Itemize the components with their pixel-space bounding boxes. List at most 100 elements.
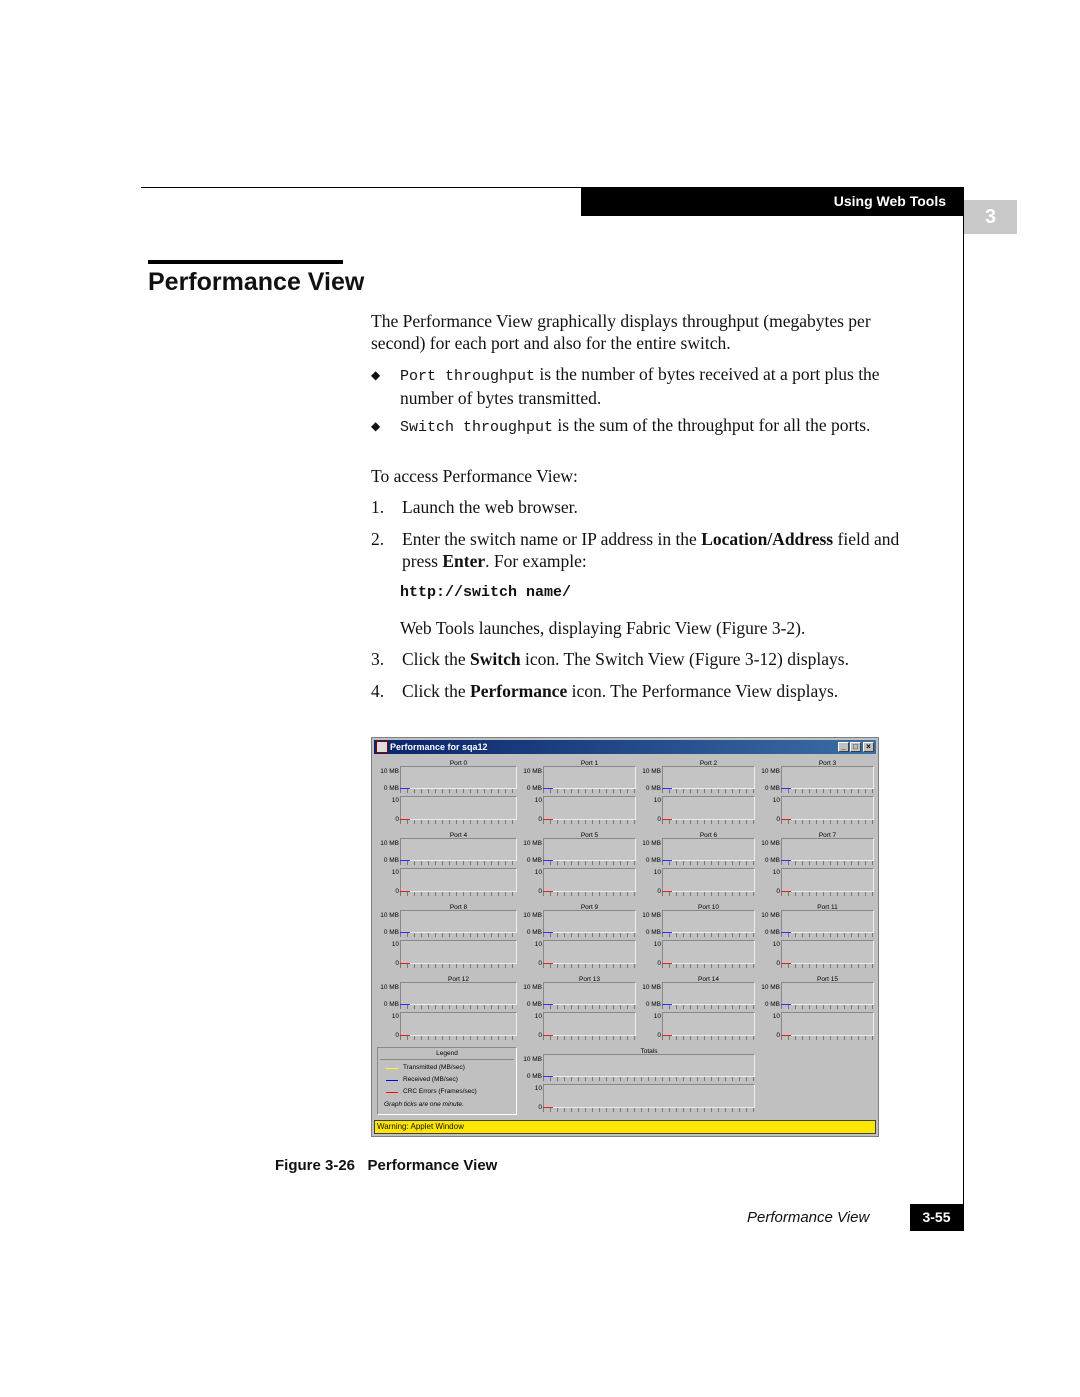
- step-2: Enter the switch name or IP address in t…: [402, 529, 900, 571]
- crc-line: [781, 1035, 791, 1036]
- window-title: Performance for sqa12: [390, 742, 488, 752]
- graph-ticks: [781, 1005, 874, 1009]
- axis-label-mb-top: 10 MB: [380, 840, 399, 847]
- axis-label-crc-top: 10: [534, 1085, 542, 1092]
- axis-label-crc-top: 10: [391, 941, 399, 948]
- legend-note: Graph ticks are one minute.: [384, 1101, 464, 1108]
- graph-ticks: [543, 789, 636, 793]
- graph-ticks: [781, 1036, 874, 1040]
- step-number: 3.: [371, 649, 385, 669]
- section-title: Using Web Tools: [833, 193, 946, 209]
- step-1: Launch the web browser.: [402, 497, 578, 517]
- step-4: Click the Performance icon. The Performa…: [402, 681, 839, 701]
- axis-label-mb-bottom: 0 MB: [526, 857, 542, 864]
- legend-swatch: [386, 1068, 398, 1069]
- throughput-graph: [543, 766, 636, 789]
- crc-errors-graph: [543, 1084, 755, 1108]
- received-line: [543, 1076, 553, 1077]
- axis-label-crc-bottom: 0: [776, 888, 780, 895]
- graph-ticks: [662, 789, 755, 793]
- crc-errors-graph: [543, 796, 636, 820]
- graph-ticks: [543, 964, 636, 968]
- launch-note: Web Tools launches, displaying Fabric Vi…: [400, 618, 806, 638]
- heading-bar: [148, 260, 343, 264]
- axis-label-mb-top: 10 MB: [380, 768, 399, 775]
- throughput-graph: [781, 910, 874, 933]
- graph-ticks: [400, 933, 517, 937]
- received-line: [543, 932, 553, 933]
- graph-ticks: [400, 789, 517, 793]
- throughput-graph: [400, 766, 517, 789]
- axis-label-crc-top: 10: [534, 1013, 542, 1020]
- page-title: Performance View: [148, 268, 365, 296]
- legend-label: Received (MB/sec): [403, 1076, 458, 1083]
- page-number: 3-55: [910, 1204, 963, 1231]
- step-number: 1.: [371, 497, 385, 517]
- axis-label-mb-bottom: 0 MB: [383, 785, 399, 792]
- received-line: [543, 860, 553, 861]
- graph-ticks: [543, 1036, 636, 1040]
- graph-ticks: [543, 1005, 636, 1009]
- axis-label-mb-bottom: 0 MB: [764, 785, 780, 792]
- graph-ticks: [543, 820, 636, 824]
- axis-label-mb-top: 10 MB: [761, 912, 780, 919]
- axis-label-crc-top: 10: [391, 1013, 399, 1020]
- axis-label-mb-bottom: 0 MB: [383, 857, 399, 864]
- axis-label-mb-top: 10 MB: [642, 768, 661, 775]
- access-text: To access Performance View:: [371, 466, 578, 486]
- crc-errors-graph: [781, 940, 874, 964]
- axis-label-mb-bottom: 0 MB: [526, 1073, 542, 1080]
- axis-label-crc-bottom: 0: [776, 960, 780, 967]
- throughput-graph: [781, 766, 874, 789]
- graph-ticks: [781, 964, 874, 968]
- page-edge-rule: [963, 187, 964, 1231]
- axis-label-crc-top: 10: [534, 797, 542, 804]
- axis-label-mb-bottom: 0 MB: [764, 1001, 780, 1008]
- crc-line: [662, 891, 672, 892]
- axis-label-mb-bottom: 0 MB: [383, 1001, 399, 1008]
- throughput-graph: [543, 982, 636, 1005]
- axis-label-crc-bottom: 0: [776, 1032, 780, 1039]
- crc-errors-graph: [662, 940, 755, 964]
- crc-errors-graph: [543, 868, 636, 892]
- throughput-graph: [543, 910, 636, 933]
- graph-ticks: [662, 861, 755, 865]
- axis-label-mb-top: 10 MB: [761, 840, 780, 847]
- crc-line: [400, 819, 410, 820]
- graph-ticks: [400, 1005, 517, 1009]
- legend-label: Transmitted (MB/sec): [403, 1064, 465, 1071]
- crc-errors-graph: [662, 796, 755, 820]
- maximize-button[interactable]: □: [850, 742, 861, 752]
- minimize-button[interactable]: _: [838, 742, 849, 752]
- throughput-graph: [543, 1054, 755, 1077]
- graph-ticks: [543, 1077, 755, 1081]
- axis-label-crc-bottom: 0: [657, 960, 661, 967]
- axis-label-crc-bottom: 0: [395, 1032, 399, 1039]
- graph-ticks: [400, 892, 517, 896]
- warning-text: Warning: Applet Window: [377, 1122, 464, 1131]
- axis-label-crc-top: 10: [772, 1013, 780, 1020]
- received-line: [400, 860, 410, 861]
- graph-ticks: [400, 861, 517, 865]
- graph-ticks: [781, 892, 874, 896]
- received-line: [781, 788, 791, 789]
- crc-line: [662, 819, 672, 820]
- axis-label-mb-bottom: 0 MB: [764, 929, 780, 936]
- axis-label-mb-top: 10 MB: [642, 984, 661, 991]
- received-line: [781, 1004, 791, 1005]
- crc-line: [543, 819, 553, 820]
- received-line: [662, 788, 672, 789]
- example-url: http://switch name/: [400, 584, 572, 601]
- graph-ticks: [543, 892, 636, 896]
- throughput-graph: [400, 838, 517, 861]
- received-line: [662, 932, 672, 933]
- window-titlebar: Performance for sqa12 _ □ ×: [374, 740, 876, 754]
- crc-errors-graph: [781, 868, 874, 892]
- axis-label-mb-top: 10 MB: [523, 768, 542, 775]
- axis-label-crc-bottom: 0: [657, 1032, 661, 1039]
- axis-label-crc-top: 10: [391, 797, 399, 804]
- crc-line: [400, 963, 410, 964]
- close-button[interactable]: ×: [863, 742, 874, 752]
- throughput-graph: [662, 766, 755, 789]
- java-app-icon: [376, 741, 388, 753]
